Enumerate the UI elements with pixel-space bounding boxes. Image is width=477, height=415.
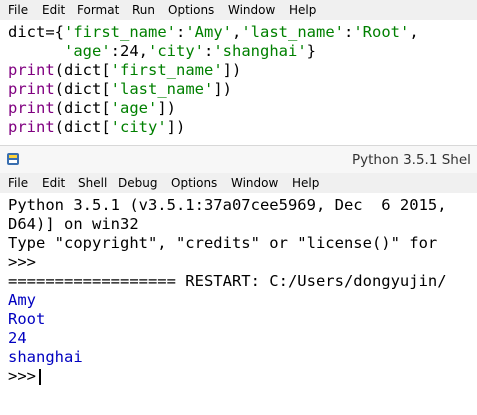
- code-line-3: print(dict['first_name']): [8, 61, 242, 79]
- code-line-6: print(dict['city']): [8, 118, 186, 136]
- shell-output-line: 24: [8, 329, 27, 347]
- shell-menu-shell[interactable]: Shell: [78, 173, 107, 193]
- code-line-1: dict={'first_name':'Amy','last_name':'Ro…: [8, 23, 419, 41]
- editor-code-area[interactable]: dict={'first_name':'Amy','last_name':'Ro…: [0, 20, 477, 145]
- shell-menu-window[interactable]: Window: [231, 173, 278, 193]
- editor-menu-format[interactable]: Format: [77, 0, 119, 20]
- code-line-4: print(dict['last_name']): [8, 80, 232, 98]
- shell-titlebar[interactable]: Python 3.5.1 Shel: [0, 145, 477, 174]
- shell-active-prompt[interactable]: >>>: [8, 367, 41, 386]
- shell-menu-help[interactable]: Help: [292, 173, 319, 193]
- text-cursor: [39, 368, 41, 385]
- editor-menu-edit[interactable]: Edit: [42, 0, 65, 20]
- shell-window-title: Python 3.5.1 Shel: [352, 152, 471, 168]
- editor-menu-options[interactable]: Options: [168, 0, 214, 20]
- shell-banner-line-2: D64)] on win32: [8, 215, 139, 233]
- editor-menu-file[interactable]: File: [8, 0, 28, 20]
- shell-menubar: File Edit Shell Debug Options Window Hel…: [0, 173, 477, 193]
- shell-banner-line-1: Python 3.5.1 (v3.5.1:37a07cee5969, Dec 6…: [8, 196, 447, 214]
- shell-menu-debug[interactable]: Debug: [118, 173, 157, 193]
- shell-output-area[interactable]: Python 3.5.1 (v3.5.1:37a07cee5969, Dec 6…: [0, 193, 477, 415]
- shell-prompt: >>>: [8, 253, 36, 271]
- shell-prompt-symbol: >>>: [8, 367, 36, 385]
- shell-output-line: shanghai: [8, 348, 83, 366]
- shell-menu-options[interactable]: Options: [171, 173, 217, 193]
- shell-banner-line-3: Type "copyright", "credits" or "license(…: [8, 234, 438, 252]
- shell-menu-edit[interactable]: Edit: [42, 173, 65, 193]
- shell-output-line: Amy: [8, 291, 36, 309]
- code-line-5: print(dict['age']): [8, 99, 177, 117]
- shell-menu-file[interactable]: File: [8, 173, 28, 193]
- python-app-icon: [7, 153, 19, 165]
- editor-menu-run[interactable]: Run: [132, 0, 155, 20]
- editor-menubar: File Edit Format Run Options Window Help: [0, 0, 477, 20]
- editor-menu-window[interactable]: Window: [228, 0, 275, 20]
- code-line-2: 'age':24,'city':'shanghai'}: [64, 42, 317, 60]
- editor-menu-help[interactable]: Help: [289, 0, 316, 20]
- shell-restart-line: ================== RESTART: C:/Users/don…: [8, 272, 447, 290]
- shell-output-line: Root: [8, 310, 46, 328]
